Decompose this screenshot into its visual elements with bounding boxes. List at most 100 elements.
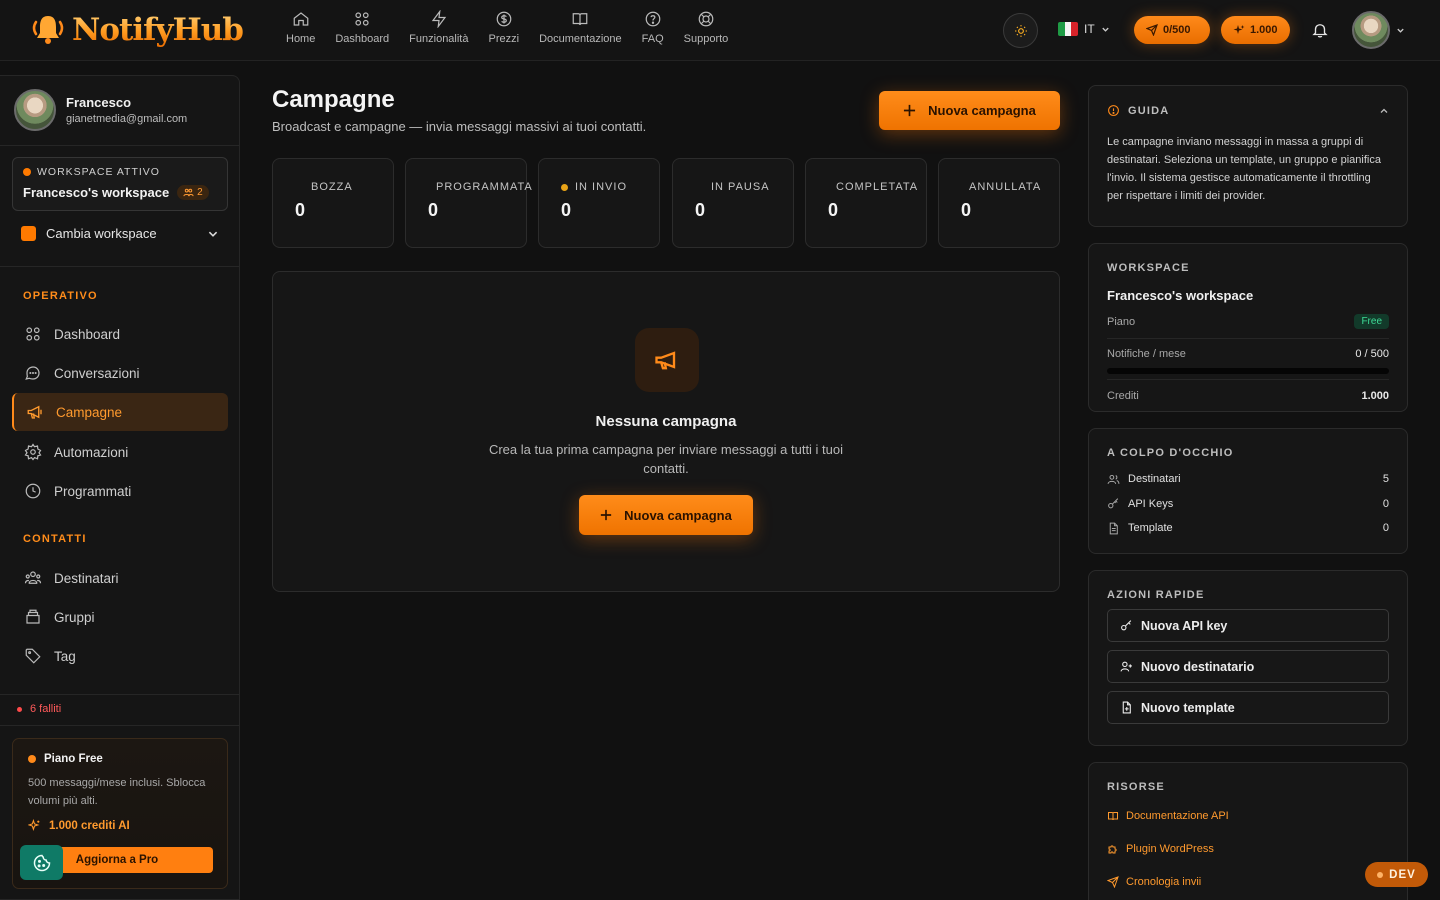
glance-title: A COLPO D'OCCHIO [1107, 447, 1234, 459]
page-title: Campagne [272, 86, 395, 113]
glance-row-api-keys[interactable]: API Keys 0 [1107, 492, 1389, 517]
link-documentazione-api[interactable]: Documentazione API [1107, 799, 1389, 832]
glance-value: 0 [1382, 522, 1389, 535]
home-icon [293, 12, 309, 26]
cookie-settings-button[interactable] [20, 845, 63, 880]
logo[interactable]: NotifyHub [28, 10, 244, 50]
language-selector[interactable]: IT [1058, 22, 1110, 36]
nav-home[interactable]: Home [276, 10, 325, 45]
link-plugin-wordpress[interactable]: Plugin WordPress [1107, 832, 1389, 865]
quick-action-label: Nuovo template [1141, 700, 1235, 715]
nav-funzionalita[interactable]: Funzionalità [399, 10, 478, 45]
notifications-usage-pill[interactable]: 0/500 [1134, 16, 1210, 44]
help-icon [645, 11, 660, 27]
new-template-button[interactable]: Nuovo template [1107, 691, 1389, 724]
status-dot [561, 183, 568, 191]
chevron-down-icon [1397, 28, 1404, 33]
bolt-icon [431, 10, 447, 28]
notifications-label: Notifiche / mese [1107, 348, 1186, 360]
sidebar-item-tag[interactable]: Tag [12, 637, 228, 675]
nav-label: Supporto [683, 33, 729, 45]
dev-badge[interactable]: DEV [1365, 862, 1428, 887]
glance-panel: A COLPO D'OCCHIO Destinatari 5 API Keys … [1088, 428, 1408, 554]
sidebar-item-conversazioni[interactable]: Conversazioni [12, 354, 228, 392]
theme-toggle-button[interactable] [1003, 13, 1038, 48]
new-campaign-label: Nuova campagna [624, 507, 732, 523]
sidebar-item-label: Programmati [54, 483, 132, 499]
user-menu[interactable] [1352, 11, 1405, 49]
members-badge: 2 [177, 185, 209, 200]
stat-label: COMPLETATA [836, 181, 919, 193]
nav-prezzi[interactable]: Prezzi [479, 10, 530, 45]
stat-bozza[interactable]: BOZZA 0 [272, 158, 394, 248]
glance-value: 5 [1382, 473, 1389, 486]
divider [0, 145, 239, 146]
key-icon [1121, 620, 1132, 631]
new-campaign-button[interactable]: Nuova campagna [879, 91, 1060, 130]
sidebar-item-automazioni[interactable]: Automazioni [12, 433, 228, 471]
chat-icon [25, 366, 40, 380]
avatar [1352, 11, 1390, 49]
grid-icon [26, 327, 40, 341]
credits-pill[interactable]: 1.000 [1221, 16, 1290, 44]
empty-new-campaign-button[interactable]: Nuova campagna [579, 495, 753, 535]
italy-flag-icon [1058, 22, 1078, 36]
glance-label: Destinatari [1128, 473, 1181, 486]
stat-label: ANNULLATA [969, 181, 1042, 193]
user-name: Francesco [66, 95, 132, 110]
empty-state-icon-box [635, 328, 699, 392]
info-icon [1108, 105, 1119, 116]
glance-row-template[interactable]: Template 0 [1107, 516, 1389, 541]
stat-annullata[interactable]: ANNULLATA 0 [938, 158, 1060, 248]
user-profile[interactable]: Francesco gianetmedia@gmail.com [14, 89, 187, 131]
stat-in-pausa[interactable]: IN PAUSA 0 [672, 158, 794, 248]
stat-label: IN PAUSA [711, 181, 770, 193]
users-icon [24, 571, 42, 584]
sparkle-icon [28, 819, 40, 832]
switch-workspace-dropdown[interactable]: Cambia workspace [21, 226, 219, 241]
resources-panel: RISORSE Documentazione API Plugin WordPr… [1088, 762, 1408, 900]
sidebar-item-programmati[interactable]: Programmati [12, 472, 228, 510]
users-icon [183, 188, 194, 197]
nav-faq[interactable]: FAQ [632, 10, 674, 45]
failed-status[interactable]: 6 falliti [17, 703, 61, 715]
stat-programmata[interactable]: PROGRAMMATA 0 [405, 158, 532, 248]
page-subtitle: Broadcast e campagne — invia messaggi ma… [272, 119, 647, 134]
chevron-up-icon[interactable] [1379, 106, 1389, 116]
new-api-key-button[interactable]: Nuova API key [1107, 609, 1389, 642]
stat-completata[interactable]: COMPLETATA 0 [805, 158, 927, 248]
error-dot [17, 706, 22, 712]
sidebar-item-dashboard[interactable]: Dashboard [12, 315, 228, 353]
stat-value: 0 [961, 200, 972, 220]
nav-dashboard[interactable]: Dashboard [325, 10, 399, 45]
sidebar-item-campagne[interactable]: Campagne [12, 393, 228, 431]
stat-in-invio[interactable]: IN INVIO 0 [538, 158, 660, 248]
stat-value: 0 [428, 200, 439, 220]
empty-state-title: Nessuna campagna [595, 413, 737, 430]
send-icon [1107, 875, 1119, 888]
link-cronologia-invii[interactable]: Cronologia invii [1107, 865, 1389, 898]
glance-label: API Keys [1128, 497, 1174, 510]
sidebar-item-gruppi[interactable]: Gruppi [12, 598, 228, 636]
logo-text: NotifyHub [72, 12, 244, 48]
nav-supporto[interactable]: Supporto [674, 10, 739, 45]
nav-label: FAQ [641, 33, 664, 45]
notifications-button[interactable] [1311, 21, 1329, 39]
new-recipient-button[interactable]: Nuovo destinatario [1107, 650, 1389, 683]
bell-logo-icon [32, 16, 64, 44]
divider [1107, 338, 1389, 339]
main-nav: Home Dashboard Funzionalità Prezzi Docum… [276, 10, 738, 45]
glance-row-destinatari[interactable]: Destinatari 5 [1107, 467, 1389, 492]
workspace-panel-title: WORKSPACE [1107, 262, 1190, 274]
section-operativo: OPERATIVO [23, 290, 98, 302]
nav-documentazione[interactable]: Documentazione [529, 10, 632, 45]
resource-label: Plugin WordPress [1126, 842, 1214, 855]
divider [1107, 379, 1389, 380]
active-workspace-card[interactable]: WORKSPACE ATTIVO Francesco's workspace 2 [12, 157, 228, 211]
section-contatti: CONTATTI [23, 533, 87, 545]
sidebar-item-label: Dashboard [54, 326, 121, 342]
resource-label: Documentazione API [1126, 809, 1229, 822]
avatar [14, 89, 56, 131]
sidebar-item-destinatari[interactable]: Destinatari [12, 559, 228, 597]
sidebar-item-label: Destinatari [54, 570, 119, 586]
